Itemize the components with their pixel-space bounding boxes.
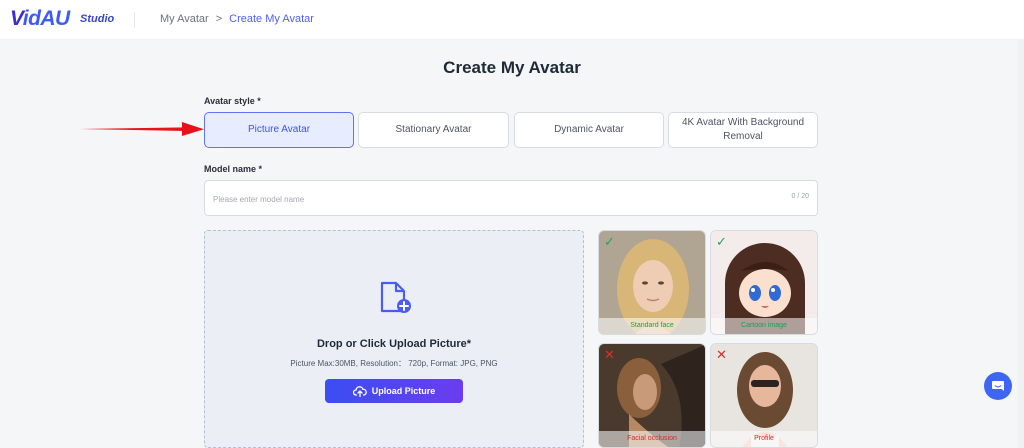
breadcrumb-parent-link[interactable]: My Avatar (160, 13, 209, 25)
cloud-upload-icon (352, 386, 367, 397)
breadcrumb-current: Create My Avatar (229, 13, 314, 25)
sample-caption: Profile (711, 431, 817, 447)
sample-facial-occlusion: ✕ Facial occlusion (598, 343, 706, 448)
logo-studio: Studio (80, 13, 115, 25)
top-bar: VidAU Studio My Avatar > Create My Avatar (0, 0, 1024, 40)
check-icon: ✓ (716, 234, 727, 249)
upload-button-label: Upload Picture (371, 386, 436, 396)
close-icon: ✕ (716, 347, 727, 362)
scrollbar-track[interactable] (1018, 40, 1024, 448)
breadcrumb: My Avatar > Create My Avatar (160, 13, 314, 25)
sample-standard-face: ✓ Standard face (598, 230, 706, 335)
vidau-logo[interactable]: VidAU (10, 7, 70, 31)
avatar-style-label: Avatar style * (204, 96, 261, 106)
chat-support-button[interactable] (984, 372, 1012, 400)
model-name-counter: 0 / 20 (791, 193, 809, 200)
red-arrow-annotation (80, 122, 204, 136)
chat-icon (992, 381, 1004, 391)
close-icon: ✕ (604, 347, 615, 362)
style-option-4k-avatar[interactable]: 4K Avatar With Background Removal (668, 112, 818, 148)
logo-text: idAU (22, 7, 71, 30)
sample-caption: Standard face (599, 318, 705, 334)
page-title: Create My Avatar (443, 58, 581, 77)
style-option-stationary-avatar[interactable]: Stationary Avatar (358, 112, 509, 148)
upload-dropzone[interactable]: Drop or Click Upload Picture* Picture Ma… (204, 230, 584, 448)
file-add-icon (380, 281, 411, 313)
model-name-input[interactable] (211, 181, 775, 217)
model-name-label: Model name * (204, 164, 263, 174)
logo-v: V (10, 7, 23, 30)
sample-profile: ✕ Profile (710, 343, 818, 448)
style-option-dynamic-avatar[interactable]: Dynamic Avatar (514, 112, 664, 148)
sample-caption: Cartoon image (711, 318, 817, 334)
upload-picture-button[interactable]: Upload Picture (325, 379, 463, 403)
upload-requirements: Picture Max:30MB, Resolution： 720p, Form… (290, 359, 498, 368)
sample-cartoon-image: ✓ Cartoon image (710, 230, 818, 335)
check-icon: ✓ (604, 234, 615, 249)
sample-caption: Facial occlusion (599, 431, 705, 447)
style-option-picture-avatar[interactable]: Picture Avatar (204, 112, 354, 148)
breadcrumb-separator: > (215, 13, 223, 25)
header-divider (134, 12, 135, 28)
upload-title: Drop or Click Upload Picture* (316, 338, 472, 350)
model-name-field: 0 / 20 (204, 180, 818, 217)
